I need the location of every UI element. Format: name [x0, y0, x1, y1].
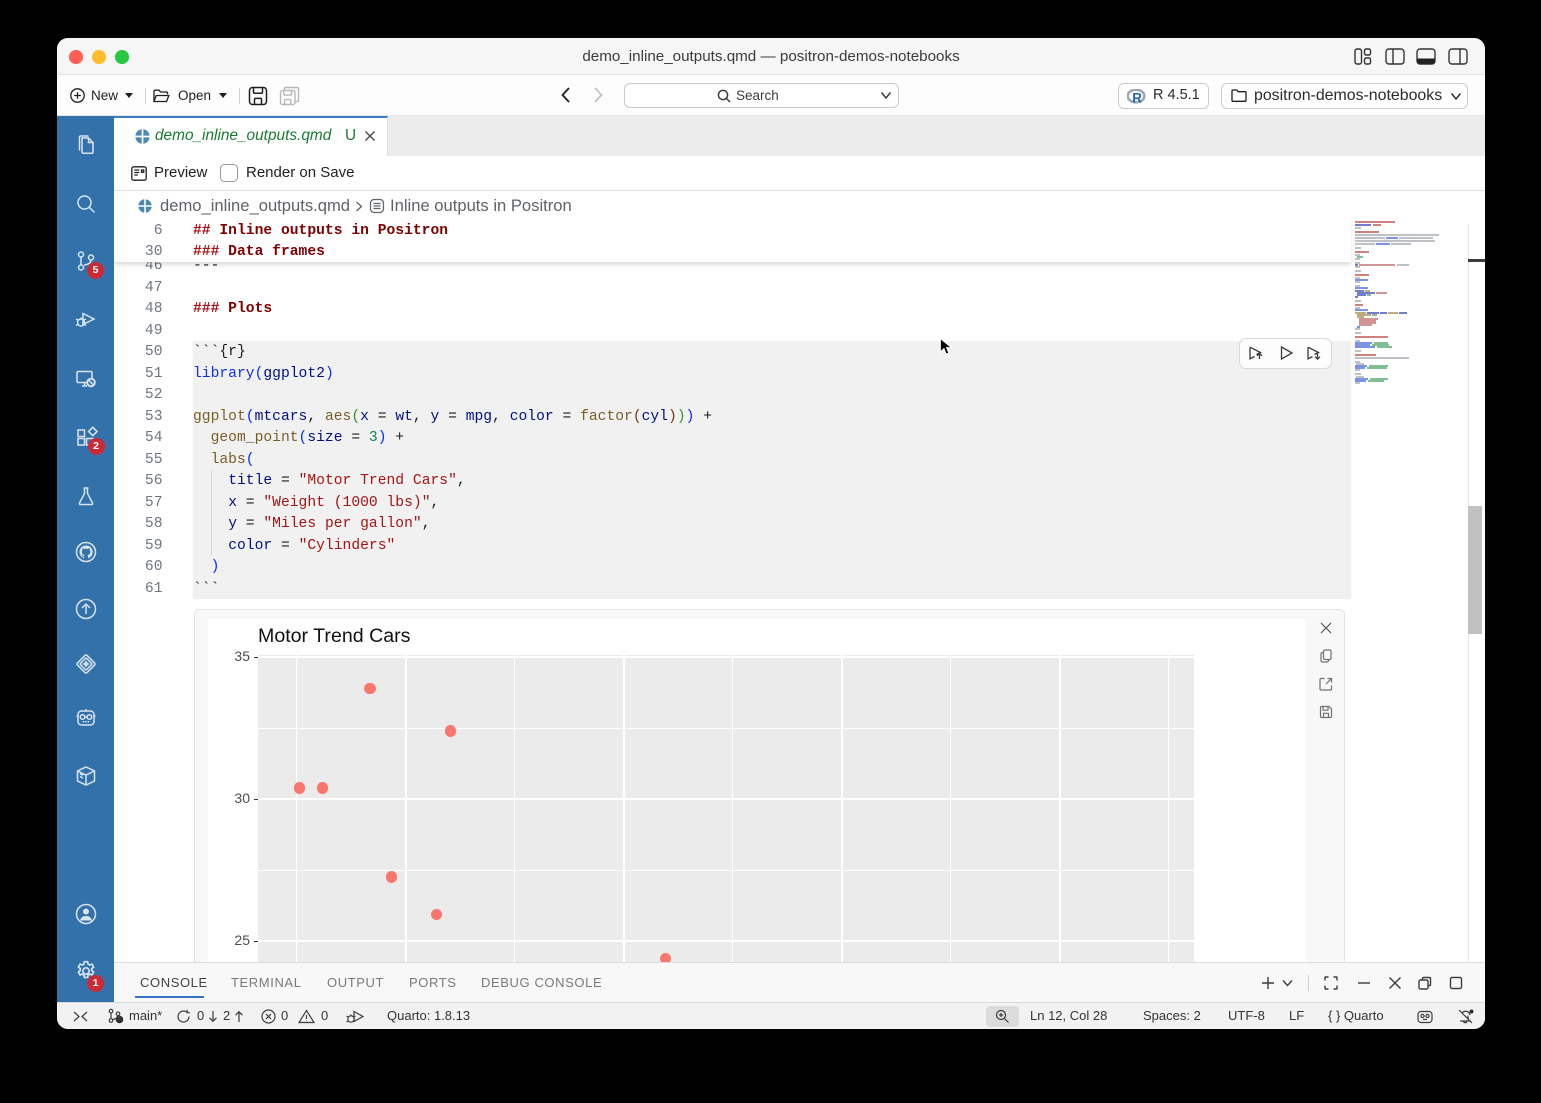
svg-text:*: *: [117, 1015, 121, 1025]
svg-text:R: R: [1132, 91, 1142, 105]
